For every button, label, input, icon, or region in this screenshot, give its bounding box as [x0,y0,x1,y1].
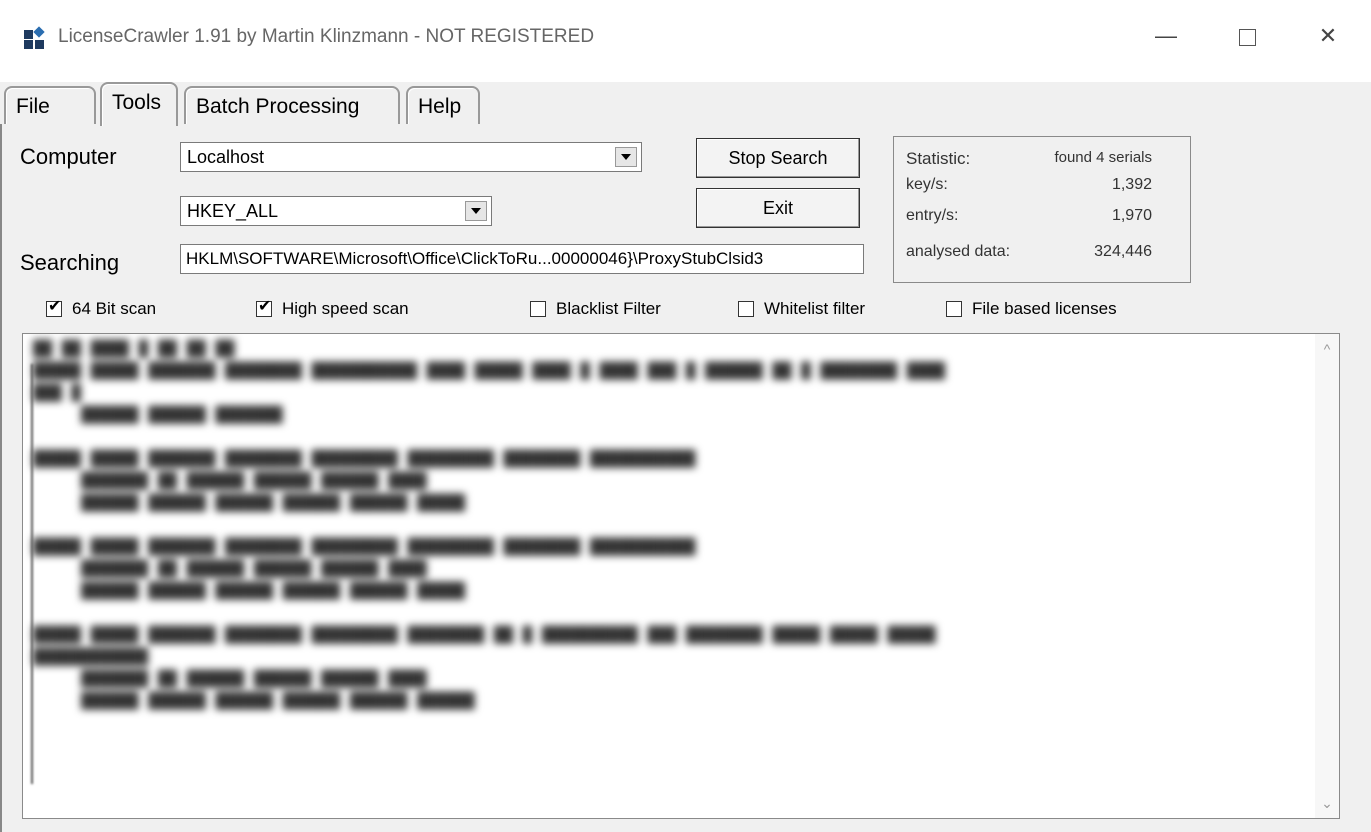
close-button[interactable]: ✕ [1303,14,1353,58]
computer-select[interactable]: Localhost [180,142,642,172]
tab-file[interactable]: File [4,86,96,124]
statistic-title: Statistic: [906,149,971,168]
stat-key: key/s: [906,176,948,193]
tab-bar: File Tools Batch Processing Help [0,82,1371,126]
checkbox-box[interactable]: ✔ [46,298,62,317]
checkmark-icon: ✔ [48,298,62,315]
chevron-up-icon[interactable]: ^ [1319,342,1335,356]
checkbox-label: High speed scan [282,299,409,318]
maximize-button[interactable] [1222,14,1272,58]
vertical-scrollbar[interactable]: ^ ⌄ [1315,334,1339,818]
window-title: LicenseCrawler 1.91 by Martin Klinzmann … [58,26,595,47]
exit-button[interactable]: Exit [696,188,860,228]
results-text-blurred: ██ ██ ████ █ ██ ██ ██ █████ █████ ██████… [33,340,946,710]
minimize-button[interactable]: — [1141,14,1191,58]
chevron-down-icon[interactable]: ⌄ [1319,796,1335,810]
statistic-panel: Statistic: found 4 serials key/s: 1,392 … [893,136,1191,283]
checkbox-box[interactable] [946,301,962,317]
checkbox-label: Blacklist Filter [556,299,661,318]
stat-value: 1,970 [1111,207,1152,224]
tab-batch-processing[interactable]: Batch Processing [184,86,400,124]
hive-select-value: HKEY_ALL [187,201,279,221]
hive-select[interactable]: HKEY_ALL [180,196,492,226]
computer-label: Computer [20,144,117,169]
checkbox-label: File based licenses [972,299,1117,318]
computer-select-value: Localhost [187,147,265,167]
statistic-found: found 4 serials [1054,149,1152,166]
stop-search-button[interactable]: Stop Search [696,138,860,178]
checkmark-icon: ✔ [258,298,272,315]
chevron-down-icon[interactable] [465,201,487,221]
results-text-edge [31,364,33,784]
searching-label: Searching [20,250,120,275]
app-icon [24,26,46,50]
tab-tools[interactable]: Tools [100,82,178,126]
checkbox-label: 64 Bit scan [72,299,157,318]
checkbox-label: Whitelist filter [764,299,866,318]
stat-value: 1,392 [1111,176,1152,193]
checkbox-box[interactable] [530,301,546,317]
title-bar: LicenseCrawler 1.91 by Martin Klinzmann … [0,0,1371,84]
stat-value: 324,446 [1094,243,1152,260]
tab-help[interactable]: Help [406,86,480,124]
stat-key: entry/s: [906,207,959,224]
maximize-icon [1238,28,1256,46]
results-textarea[interactable]: ██ ██ ████ █ ██ ██ ██ █████ █████ ██████… [22,333,1340,819]
chevron-down-icon[interactable] [615,147,637,167]
stat-key: analysed data: [906,243,1011,260]
checkbox-box[interactable] [738,301,754,317]
checkbox-box[interactable]: ✔ [256,298,272,317]
searching-path-field: HKLM\SOFTWARE\Microsoft\Office\ClickToRu… [180,244,864,274]
